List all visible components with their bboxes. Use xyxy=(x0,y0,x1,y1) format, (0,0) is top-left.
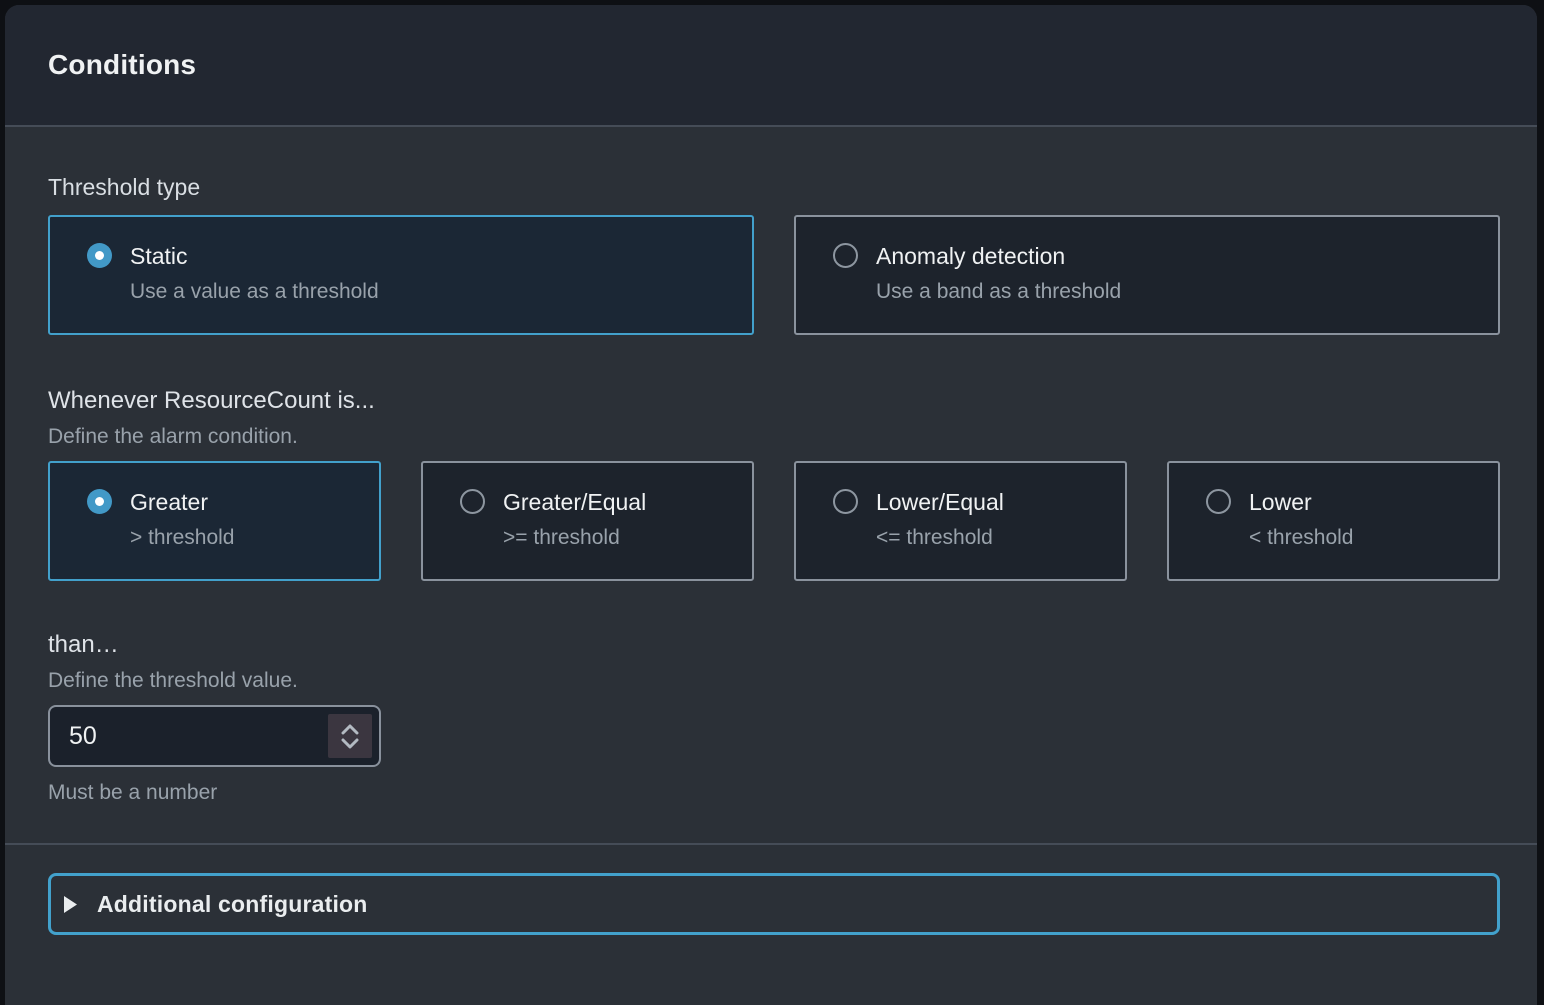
tile-anomaly-description: Use a band as a threshold xyxy=(876,280,1121,304)
threshold-type-label: Threshold type xyxy=(48,174,1500,200)
radio-anomaly-detection[interactable] xyxy=(833,243,858,268)
tile-anomaly-label: Anomaly detection xyxy=(876,242,1121,270)
tile-anomaly-detection[interactable]: Anomaly detection Use a band as a thresh… xyxy=(794,215,1500,335)
tile-greater-equal-description: >= threshold xyxy=(503,526,646,550)
tile-greater-equal-label: Greater/Equal xyxy=(503,488,646,516)
radio-static-selected[interactable] xyxy=(87,243,112,268)
panel-header: Conditions xyxy=(5,5,1537,127)
tile-greater-description: > threshold xyxy=(130,526,235,550)
additional-configuration-label: Additional configuration xyxy=(97,891,368,918)
tile-lower-equal-label: Lower/Equal xyxy=(876,488,1004,516)
tile-text: Lower/Equal <= threshold xyxy=(876,488,1004,550)
tile-lower[interactable]: Lower < threshold xyxy=(1167,461,1500,581)
radio-lower-equal[interactable] xyxy=(833,489,858,514)
threshold-value-description: Define the threshold value. xyxy=(48,669,1500,693)
tile-lower-equal[interactable]: Lower/Equal <= threshold xyxy=(794,461,1127,581)
tile-greater-label: Greater xyxy=(130,488,235,516)
tile-static-label: Static xyxy=(130,242,379,270)
page-title: Conditions xyxy=(48,49,196,81)
tile-greater-equal[interactable]: Greater/Equal >= threshold xyxy=(421,461,754,581)
panel-footer: Additional configuration xyxy=(5,843,1537,961)
number-stepper[interactable] xyxy=(328,714,372,758)
tile-lower-label: Lower xyxy=(1249,488,1354,516)
panel-body: Threshold type Static Use a value as a t… xyxy=(5,127,1537,843)
caret-right-icon xyxy=(63,895,78,914)
radio-greater-equal[interactable] xyxy=(460,489,485,514)
threshold-value-section: than… Define the threshold value. xyxy=(48,631,1500,693)
conditions-panel: Conditions Threshold type Static Use a v… xyxy=(5,5,1537,1005)
tile-text: Greater/Equal >= threshold xyxy=(503,488,646,550)
tile-lower-description: < threshold xyxy=(1249,526,1354,550)
tile-text: Static Use a value as a threshold xyxy=(130,242,379,304)
radio-greater-selected[interactable] xyxy=(87,489,112,514)
tile-lower-equal-description: <= threshold xyxy=(876,526,1004,550)
tile-greater[interactable]: Greater > threshold xyxy=(48,461,381,581)
tile-text: Greater > threshold xyxy=(130,488,235,550)
condition-label: Whenever ResourceCount is... xyxy=(48,387,1500,415)
threshold-type-tiles: Static Use a value as a threshold Anomal… xyxy=(48,215,1500,335)
operator-tiles: Greater > threshold Greater/Equal >= thr… xyxy=(48,461,1500,581)
threshold-value-input-wrap xyxy=(48,705,381,767)
condition-section-heading: Whenever ResourceCount is... Define the … xyxy=(48,387,1500,449)
tile-text: Lower < threshold xyxy=(1249,488,1354,550)
than-label: than… xyxy=(48,631,1500,659)
constraint-text: Must be a number xyxy=(48,781,1500,843)
tile-text: Anomaly detection Use a band as a thresh… xyxy=(876,242,1121,304)
additional-configuration-expander[interactable]: Additional configuration xyxy=(48,873,1500,935)
chevron-up-icon[interactable] xyxy=(341,724,359,735)
tile-static[interactable]: Static Use a value as a threshold xyxy=(48,215,754,335)
condition-description: Define the alarm condition. xyxy=(48,425,1500,449)
tile-static-description: Use a value as a threshold xyxy=(130,280,379,304)
radio-lower[interactable] xyxy=(1206,489,1231,514)
chevron-down-icon[interactable] xyxy=(341,738,359,749)
